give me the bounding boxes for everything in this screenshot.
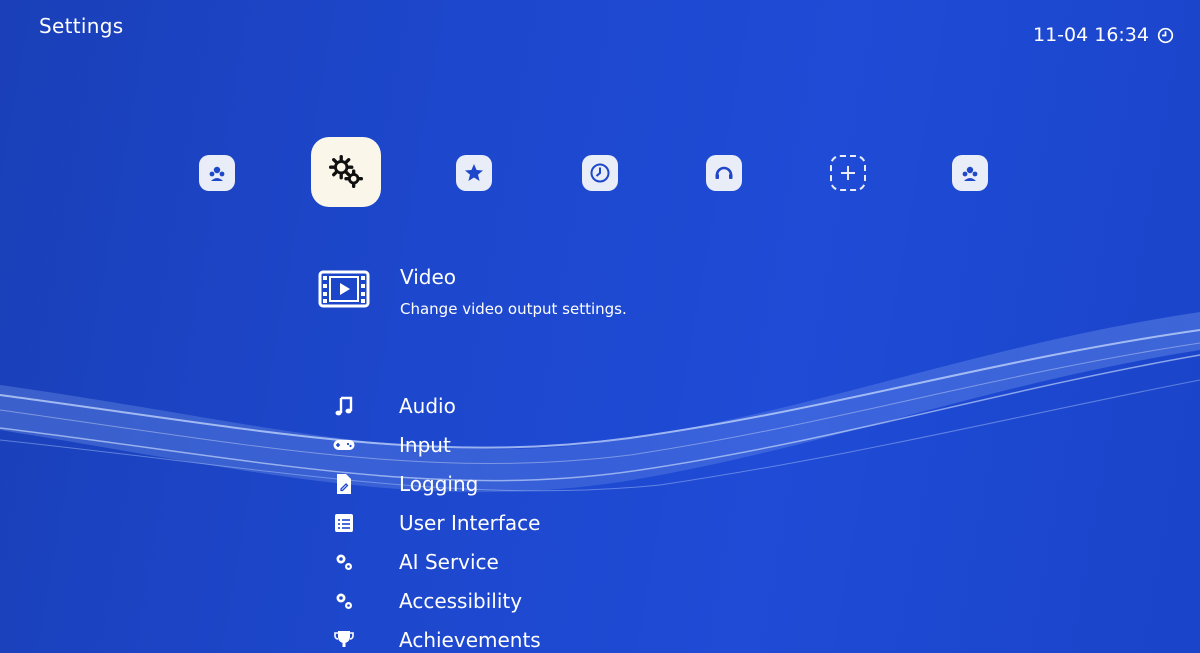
menu-item-ai-service[interactable]: AI Service [330,547,730,577]
trophy-icon [334,631,354,647]
menu-item-label: AI Service [399,550,499,574]
menu-item-label: Audio [399,394,456,418]
menu-item-audio[interactable]: Audio [330,391,730,421]
menu-item-input[interactable]: Input [330,430,730,460]
menu-item-label: Accessibility [399,589,523,613]
menu-item-achievements[interactable]: Achievements [330,625,730,653]
selected-item-label: Video [400,265,457,289]
add-content-icon [841,166,855,180]
category-netplay[interactable] [199,155,235,191]
category-add-content[interactable] [830,155,866,191]
menu-item-logging[interactable]: Logging [330,469,730,499]
category-bar [0,0,1200,220]
category-history[interactable] [582,155,618,191]
menu-item-label: Input [399,433,451,457]
category-netplay-2[interactable] [952,155,988,191]
list-window-icon [335,514,353,532]
online-updater-icon [715,166,733,179]
netplay-icon [209,166,225,181]
selected-menu-item-video[interactable]: Video Change video output settings. [318,265,627,318]
selected-item-description: Change video output settings. [400,300,627,318]
category-online-updater[interactable] [706,155,742,191]
netplay-icon [962,166,978,181]
music-note-icon [335,396,353,416]
settings-gears-icon [328,154,364,189]
menu-item-user-interface[interactable]: User Interface [330,508,730,538]
gears-icon [336,593,352,609]
menu-item-label: Achievements [399,628,541,652]
file-edit-icon [337,474,351,494]
menu-item-label: User Interface [399,511,541,535]
menu-item-accessibility[interactable]: Accessibility [330,586,730,616]
menu-item-label: Logging [399,472,479,496]
favorites-star-icon [465,164,483,181]
gamepad-icon [333,440,355,450]
gears-icon [336,554,352,570]
category-settings[interactable] [311,137,381,207]
video-icon [318,270,370,308]
history-clock-icon [590,163,610,183]
category-favorites[interactable] [456,155,492,191]
